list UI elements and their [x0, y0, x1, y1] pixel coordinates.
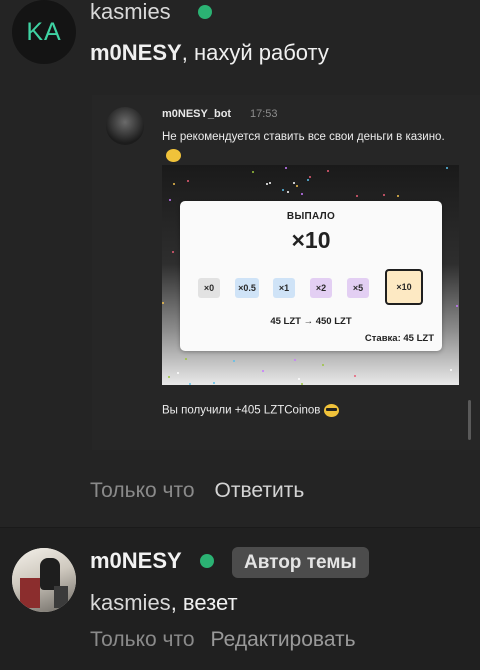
casino-result-card: ВЫПАЛО ×10 ×0 ×0.5 ×1 ×2 ×5 ×10 45 LZT →…: [180, 201, 442, 351]
avatar-m0nesy[interactable]: [12, 548, 76, 612]
multiplier-chip: ×0.5: [235, 278, 259, 298]
topic-author-badge: Автор темы: [232, 547, 369, 578]
message-post-kasmies: KA kasmies m0NESY, нахуй работу m0NESY_b…: [0, 0, 480, 527]
post-time: Только что: [90, 628, 195, 651]
confetti-particle: [176, 371, 179, 374]
bot-message-text: Не рекомендуется ставить все свои деньги…: [162, 128, 452, 166]
bot-time: 17:53: [250, 108, 278, 120]
bot-reward-text: Вы получили +405 LZTCoinов: [162, 404, 340, 417]
result-title: ВЫПАЛО: [286, 211, 336, 222]
confetti-particle: [354, 375, 357, 378]
post-meta: Только что Редактировать: [90, 628, 356, 652]
confetti-particle: [322, 364, 325, 367]
confetti-particle: [268, 181, 271, 184]
confetti-particle: [172, 250, 175, 253]
thinking-emoji-icon: [166, 149, 181, 163]
online-status-icon: [198, 5, 212, 19]
confetti-particle: [262, 369, 265, 372]
confetti-particle: [293, 359, 296, 362]
multiplier-row: ×0 ×0.5 ×1 ×2 ×5 ×10: [198, 269, 424, 305]
confetti-particle: [212, 381, 215, 384]
result-multiplier: ×10: [291, 227, 331, 253]
post-meta: Только что Ответить: [90, 479, 304, 503]
confetti-particle: [456, 304, 458, 307]
embedded-screenshot: m0NESY_bot 17:53 Не рекомендуется ставит…: [92, 95, 480, 450]
confetti-particle: [308, 176, 311, 179]
multiplier-chip: ×1: [273, 278, 295, 298]
avatar-initials: KA: [26, 17, 62, 46]
confetti-particle: [446, 166, 449, 169]
sunglasses-emoji-icon: [324, 404, 340, 417]
multiplier-chip-selected: ×10: [385, 269, 423, 305]
bot-message-body: Не рекомендуется ставить все свои деньги…: [162, 131, 445, 143]
confetti-particle: [285, 166, 288, 169]
username-kasmies[interactable]: kasmies: [90, 0, 171, 25]
bet-amount: Ставка: 45 LZT: [364, 333, 434, 344]
confetti-particle: [382, 194, 385, 196]
confetti-particle: [449, 368, 452, 371]
confetti-particle: [188, 382, 191, 385]
confetti-particle: [307, 179, 310, 182]
reply-button[interactable]: Ответить: [215, 479, 305, 502]
confetti-particle: [265, 182, 268, 185]
confetti-particle: [252, 171, 255, 174]
reward-text: Вы получили +405 LZTCoinов: [162, 404, 321, 417]
confetti-particle: [162, 302, 165, 305]
confetti-particle: [301, 192, 304, 195]
bot-name: m0NESY_bot: [162, 108, 232, 120]
confetti-particle: [396, 195, 399, 198]
message-post-m0nesy: m0NESY Автор темы kasmies, везет Только …: [0, 527, 480, 670]
confetti-particle: [300, 382, 303, 385]
bot-avatar: [106, 107, 144, 145]
confetti-particle: [287, 191, 290, 194]
confetti-particle: [298, 377, 301, 380]
username-m0nesy[interactable]: m0NESY: [90, 548, 182, 574]
confetti-particle: [355, 194, 358, 197]
embed-scrollbar[interactable]: [468, 400, 471, 440]
confetti-particle: [295, 184, 298, 187]
confetti-particle: [169, 198, 172, 201]
post-time: Только что: [90, 479, 195, 502]
message-body: , везет: [170, 590, 238, 615]
mention-link[interactable]: kasmies: [90, 590, 171, 615]
message-body: , нахуй работу: [181, 40, 329, 65]
confetti-particle: [173, 182, 176, 185]
message-text: kasmies, везет: [90, 590, 238, 616]
confetti-particle: [185, 358, 188, 361]
confetti-particle: [326, 170, 329, 173]
win-amount: 45 LZT → 450 LZT: [270, 316, 352, 327]
confetti-particle: [168, 376, 171, 379]
multiplier-chip: ×0: [198, 278, 220, 298]
multiplier-chip: ×2: [310, 278, 332, 298]
avatar-kasmies[interactable]: KA: [12, 0, 76, 64]
confetti-particle: [281, 188, 284, 191]
confetti-particle: [232, 359, 235, 362]
casino-result-image: ВЫПАЛО ×10 ×0 ×0.5 ×1 ×2 ×5 ×10 45 LZT →…: [162, 165, 459, 385]
confetti-particle: [292, 181, 295, 184]
multiplier-chip: ×5: [347, 278, 369, 298]
message-text: m0NESY, нахуй работу: [90, 40, 329, 66]
confetti-particle: [186, 180, 189, 183]
edit-button[interactable]: Редактировать: [211, 628, 356, 651]
online-status-icon: [200, 554, 214, 568]
mention-link[interactable]: m0NESY: [90, 40, 182, 65]
